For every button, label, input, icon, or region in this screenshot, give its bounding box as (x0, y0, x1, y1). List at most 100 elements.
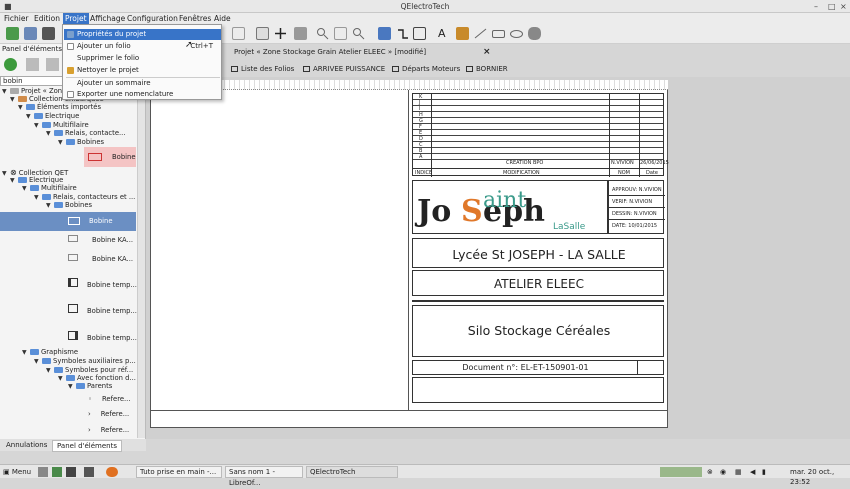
folio-tab-departs[interactable]: Départs Moteurs (392, 63, 460, 75)
close-icon[interactable]: × (840, 0, 847, 13)
zoom-out-icon[interactable] (352, 27, 365, 40)
document-number-block: Document n°: EL-ET-150901-01 (412, 360, 664, 375)
tree-bobine-selected[interactable]: Bobine (0, 212, 136, 231)
zoom-fit-icon[interactable] (334, 27, 347, 40)
reload-icon[interactable] (4, 58, 17, 71)
tray-battery-icon[interactable]: ▮ (762, 467, 766, 477)
panel-scrollbar[interactable] (137, 86, 145, 438)
start-menu-button[interactable]: ▣ Menu (3, 467, 31, 477)
menu-fenetres[interactable]: Fenêtres (179, 13, 211, 24)
tab-annulations[interactable]: Annulations (2, 440, 51, 450)
approval-block: APPROUV: N.VIVION VERIF: N.VIVION DESSIN… (608, 180, 665, 234)
taskbar-app-libreoffice[interactable]: Sans nom 1 - LibreOf... (225, 466, 303, 487)
tray-shield-icon[interactable]: ◉ (720, 467, 726, 477)
taskbar: ▣ Menu Tuto prise en main -... Sans nom … (0, 464, 850, 487)
revision-header: INDICE MODIFICATION NOM Date (413, 168, 663, 176)
taskbar-app-tuto[interactable]: Tuto prise en main -... (136, 466, 222, 478)
menu-item-nomenclature[interactable]: Exporter une nomenclature (64, 89, 221, 100)
svg-text:S: S (461, 194, 483, 229)
maximize-icon[interactable]: □ (828, 0, 836, 13)
taskbar-app-qelectrotech[interactable]: QElectroTech (306, 466, 398, 478)
taskbar-clock: mar. 20 oct., 23:52 (790, 468, 835, 486)
document-number: Document n°: EL-ET-150901-01 (462, 363, 589, 372)
menu-aide[interactable]: Aide (214, 13, 231, 24)
select-icon[interactable] (256, 27, 269, 40)
folio-tab-arrivee[interactable]: ARRIVEE PUISSANCE (303, 63, 385, 75)
grid-icon[interactable] (413, 27, 426, 40)
folio-tab-bornier[interactable]: BORNIER (466, 63, 508, 75)
folio-tab-list[interactable]: Liste des Folios (231, 63, 294, 75)
line-icon[interactable] (474, 27, 487, 40)
menu-affichage[interactable]: Affichage (90, 13, 125, 24)
polygon-icon[interactable] (528, 27, 541, 40)
tree-bobine-temp-3[interactable]: Bobine temp... (68, 331, 137, 343)
menu-projet[interactable]: Projet (63, 13, 89, 24)
open-icon[interactable] (24, 27, 37, 40)
fit-icon[interactable] (294, 27, 307, 40)
tray-update-icon[interactable]: ▦ (735, 467, 742, 477)
bottom-tabs: Annulations Panel d'éléments (0, 439, 146, 452)
tree-bobine-ka-2[interactable]: Bobine KA... (68, 254, 133, 264)
menu-item-sommaire[interactable]: Ajouter un sommaire (64, 78, 221, 89)
tree-symboles-aux[interactable]: ▼ Symboles auxiliaires p... (34, 357, 136, 366)
mouse-cursor-icon: ➚ (185, 40, 193, 50)
new-icon[interactable] (6, 27, 19, 40)
menu-fichier[interactable]: Fichier (4, 13, 29, 24)
school-name: Lycée St JOSEPH - LA SALLE (452, 247, 626, 262)
tree-refere-1[interactable]: ◦ Refere... (88, 395, 131, 404)
new-element-icon[interactable] (26, 58, 39, 71)
tray-icons[interactable] (660, 467, 702, 477)
atelier-block: ATELIER ELEEC (412, 270, 664, 296)
tab-panel-elements[interactable]: Panel d'éléments (52, 440, 122, 452)
redo-icon[interactable] (232, 27, 245, 40)
panel-title: Panel d'éléments (2, 45, 62, 53)
export-icon (67, 91, 74, 98)
sheet-divider (408, 90, 409, 410)
tree-bobine-temp-1[interactable]: Bobine temp... (68, 278, 137, 290)
document-tab[interactable]: Projet « Zone Stockage Grain Atelier ELE… (225, 46, 495, 58)
firefox-icon[interactable] (106, 467, 118, 477)
tree-relais[interactable]: ▼ Relais, contacte... (46, 129, 126, 138)
tray-network-icon[interactable]: ⊗ (707, 467, 713, 477)
menu-item-ajouter-folio[interactable]: Ajouter un folio Ctrl+T (64, 41, 221, 52)
terminal-icon[interactable] (84, 467, 94, 477)
tree-refere-3[interactable]: › Refere... (88, 426, 129, 435)
tray-volume-icon[interactable]: ◀ (750, 467, 755, 477)
launcher-icon-3[interactable] (66, 467, 76, 477)
launcher-icon-1[interactable] (38, 467, 48, 477)
rectangle-icon[interactable] (492, 30, 505, 38)
tree-imported[interactable]: ▼ Éléments importés (18, 103, 101, 112)
menu-configuration[interactable]: Configuration (127, 13, 178, 24)
conductor-icon[interactable] (396, 27, 409, 40)
launcher-icon-2[interactable] (52, 467, 62, 477)
tree-parents[interactable]: ▼ Parents (68, 382, 112, 391)
tree-refere-2[interactable]: › Refere... (88, 410, 129, 419)
tree-graphisme[interactable]: ▼ Graphisme (22, 348, 78, 357)
project-props-icon[interactable] (378, 27, 391, 40)
close-tab-icon[interactable]: × (483, 46, 491, 58)
menu-edition[interactable]: Edition (34, 13, 60, 24)
tree-bobine-ka-1[interactable]: Bobine KA... (68, 235, 133, 245)
image-icon[interactable] (456, 27, 469, 40)
zoom-in-icon[interactable] (316, 27, 329, 40)
ellipse-icon[interactable] (510, 30, 523, 38)
minimize-icon[interactable]: – (814, 0, 818, 13)
tree-electrique[interactable]: ▼ Electrique (26, 112, 79, 121)
tree-qet-multifilaire[interactable]: ▼ Multifilaire (22, 184, 77, 193)
tree-bobine-temp-2[interactable]: Bobine temp... (68, 304, 137, 316)
tree-qet-bobines[interactable]: ▼ Bobines (46, 201, 92, 210)
move-icon[interactable] (274, 27, 287, 40)
sheet-border (150, 410, 668, 411)
edit-element-icon[interactable] (46, 58, 59, 71)
menu-item-supprimer-folio[interactable]: Supprimer le folio (64, 53, 221, 64)
clean-icon (67, 67, 74, 74)
app-icon: ■ (4, 2, 12, 11)
menu-item-nettoyer[interactable]: Nettoyer le projet (64, 65, 221, 76)
save-icon[interactable] (42, 27, 55, 40)
menu-item-proprietes[interactable]: Propriétés du projet (64, 29, 221, 40)
folio-tabs: Liste des Folios ARRIVEE PUISSANCE Dépar… (225, 63, 755, 75)
tree-bobine-embedded[interactable]: Bobine (84, 147, 136, 167)
projet-menu: Propriétés du projet Ajouter un folio Ctr… (62, 24, 222, 100)
text-icon[interactable]: A (438, 27, 451, 40)
tree-bobines[interactable]: ▼ Bobines (58, 138, 104, 147)
